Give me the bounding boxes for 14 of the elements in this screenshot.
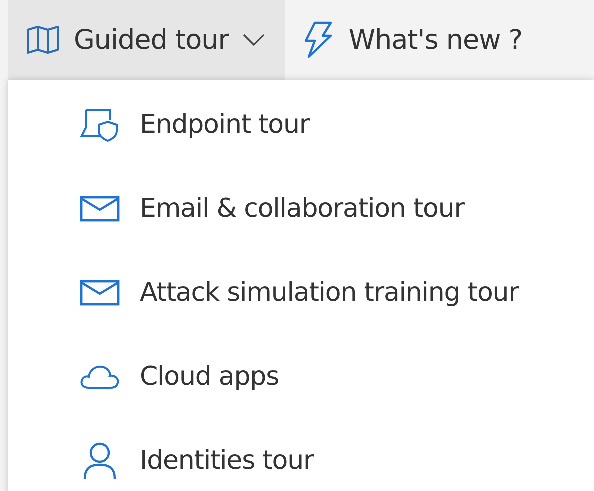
laptop-shield-icon bbox=[80, 108, 120, 142]
toolbar-button[interactable]: What's new ? bbox=[284, 0, 543, 80]
menu-item[interactable]: Cloud apps bbox=[8, 335, 594, 419]
menu-item[interactable]: Attack simulation training tour bbox=[8, 251, 594, 335]
toolbar-button[interactable]: Guided tour bbox=[8, 0, 285, 80]
map-icon bbox=[26, 25, 60, 55]
mail-icon bbox=[80, 196, 120, 222]
lightning-icon bbox=[302, 21, 333, 59]
menu-item[interactable]: Endpoint tour bbox=[8, 83, 594, 167]
chevron-down-icon bbox=[242, 34, 265, 46]
cloud-icon bbox=[80, 364, 120, 390]
menu-item[interactable]: Email & collaboration tour bbox=[8, 167, 594, 251]
mail-icon bbox=[80, 280, 120, 306]
menu-item[interactable]: Identities tour bbox=[8, 419, 594, 491]
